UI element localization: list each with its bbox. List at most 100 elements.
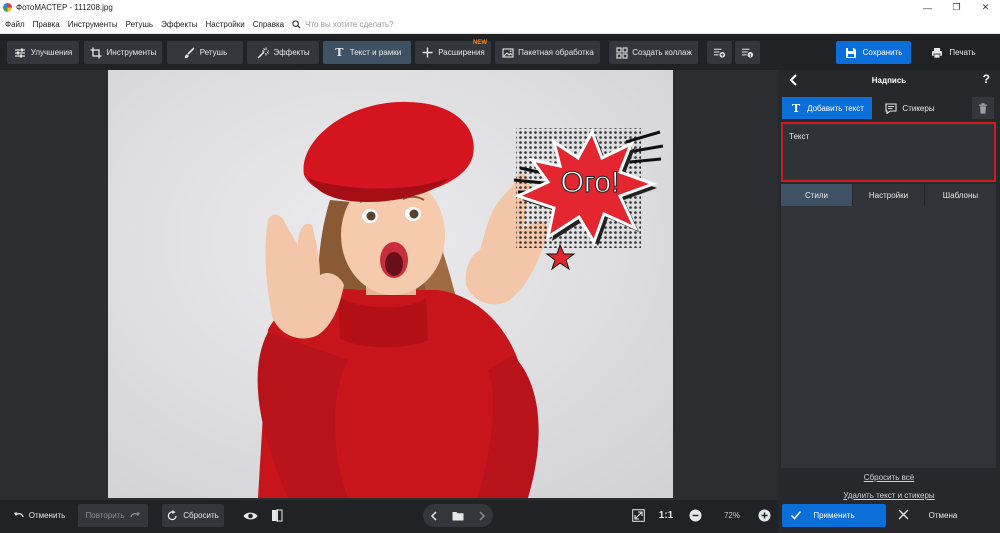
delete-text-stickers-link[interactable]: Удалить текст и стикеры (778, 491, 1000, 500)
compare-icon (272, 509, 283, 522)
print-button[interactable]: Печать (916, 41, 991, 64)
layers-add-icon (713, 46, 726, 59)
save-button[interactable]: Сохранить (836, 41, 911, 64)
zoom-in-button[interactable] (753, 504, 775, 527)
photo-canvas[interactable]: Ого! (108, 70, 673, 498)
expand-icon (631, 509, 645, 522)
undo-label: Отменить (28, 511, 66, 520)
help-icon[interactable]: ? (983, 72, 990, 86)
chevron-right-icon[interactable] (478, 510, 486, 521)
tab-retouch[interactable]: Ретушь (167, 41, 243, 64)
crop-icon (90, 46, 103, 59)
delete-button[interactable] (972, 97, 994, 119)
menu-search[interactable]: Что вы хотите сделать? (292, 19, 394, 29)
tab-extensions[interactable]: Расширения NEW (415, 40, 491, 64)
tab-text-frames[interactable]: T Текст и рамки (323, 41, 411, 64)
sticker-text[interactable]: Ого! (560, 166, 620, 200)
actual-size-button[interactable]: 1:1 (654, 504, 678, 527)
brush-icon (183, 46, 196, 59)
cancel-label: Отмена (928, 511, 958, 520)
magic-wand-icon (256, 46, 269, 59)
menu-tools[interactable]: Инструменты (64, 20, 122, 29)
tab-add-text[interactable]: T Добавить текст (782, 97, 872, 119)
subtab-settings[interactable]: Настройки (853, 184, 925, 206)
back-arrow-icon[interactable] (788, 73, 800, 87)
redo-label: Повторить (85, 511, 125, 520)
tab-create-collage[interactable]: Создать коллаж (609, 41, 698, 64)
search-placeholder: Что вы хотите сделать? (305, 19, 394, 29)
search-icon (292, 19, 301, 29)
undo-icon (13, 510, 24, 521)
menu-retouch[interactable]: Ретушь (122, 20, 158, 29)
minimize-button[interactable]: — (913, 0, 942, 15)
menu-bar: Файл Правка Инструменты Ретушь Эффекты Н… (0, 15, 1000, 34)
photo-navigation (423, 504, 493, 527)
menu-edit[interactable]: Правка (29, 20, 64, 29)
tab-batch-processing[interactable]: Пакетная обработка (495, 41, 600, 64)
subtab-styles[interactable]: Стили (781, 184, 853, 206)
tab-text-frames-label: Текст и рамки (349, 48, 402, 57)
reset-icon (167, 510, 178, 521)
style-tabs: Стили Настройки Шаблоны (781, 184, 996, 206)
tab-batch-processing-label: Пакетная обработка (518, 48, 594, 57)
zoom-out-button[interactable] (684, 504, 706, 527)
cancel-button[interactable]: Отмена (890, 504, 996, 527)
panel-header: Надпись ? (778, 70, 1000, 90)
styles-list (781, 206, 996, 468)
apply-label: Применить (813, 511, 855, 520)
canvas-area: Ого! (5, 70, 777, 498)
floppy-disk-icon (845, 47, 856, 58)
apply-button[interactable]: Применить (782, 504, 886, 527)
reset-label: Сбросить (183, 511, 219, 520)
menu-file[interactable]: Файл (0, 20, 29, 29)
reset-all-link[interactable]: Сбросить всё (778, 473, 1000, 482)
tab-retouch-label: Ретушь (199, 48, 228, 57)
menu-settings[interactable]: Настройки (201, 20, 248, 29)
printer-icon (932, 47, 943, 58)
tab-stickers-label: Стикеры (902, 103, 935, 113)
reset-button[interactable]: Сбросить (162, 504, 224, 527)
bottom-bar: Отменить Повторить Сбросить 1:1 72% (0, 500, 778, 533)
menu-effects[interactable]: Эффекты (157, 20, 201, 29)
tab-extensions-label: Расширения (438, 48, 485, 57)
collage-icon (615, 46, 628, 59)
tab-add-text-label: Добавить текст (807, 103, 864, 113)
chevron-left-icon[interactable] (430, 510, 438, 521)
print-button-label: Печать (949, 48, 976, 57)
save-button-label: Сохранить (862, 48, 903, 57)
panel-title: Надпись (871, 75, 907, 85)
tab-effects[interactable]: Эффекты (247, 41, 319, 64)
tab-enhancements[interactable]: Улучшения (7, 41, 79, 64)
tab-tools-label: Инструменты (106, 48, 157, 57)
menu-help[interactable]: Справка (249, 20, 288, 29)
text-icon: T (335, 46, 344, 59)
main-toolbar: Улучшения Инструменты Ретушь Эффекты T Т… (0, 34, 1000, 70)
checkmark-icon (790, 511, 802, 520)
title-bar: ФотоМАСТЕР - 111208.jpg — ❐ ✕ (0, 0, 1000, 15)
tab-tools[interactable]: Инструменты (84, 41, 162, 64)
add-layer-button[interactable] (707, 41, 732, 64)
preview-eye-button[interactable] (238, 504, 262, 527)
tab-enhancements-label: Улучшения (30, 48, 73, 57)
subtab-templates[interactable]: Шаблоны (925, 184, 996, 206)
plus-icon (421, 46, 434, 59)
layer-info-button[interactable] (735, 41, 760, 64)
trash-icon (979, 102, 987, 114)
tab-stickers[interactable]: Стикеры (876, 97, 944, 119)
layers-info-icon (741, 46, 754, 59)
folder-icon[interactable] (452, 511, 464, 521)
compare-button[interactable] (266, 504, 288, 527)
redo-button[interactable]: Повторить (78, 504, 148, 527)
window-title: ФотоМАСТЕР - 111208.jpg (16, 3, 113, 12)
tab-create-collage-label: Создать коллаж (632, 48, 692, 57)
fit-screen-button[interactable] (626, 504, 650, 527)
maximize-button[interactable]: ❐ (942, 0, 971, 15)
text-input[interactable]: Текст (781, 122, 996, 182)
zoom-level: 72% (723, 511, 740, 520)
undo-button[interactable]: Отменить (5, 504, 73, 527)
close-button[interactable]: ✕ (971, 0, 1000, 15)
redo-icon (129, 510, 141, 521)
tab-effects-label: Эффекты (273, 48, 310, 57)
sliders-icon (14, 46, 27, 59)
images-icon (501, 46, 514, 59)
